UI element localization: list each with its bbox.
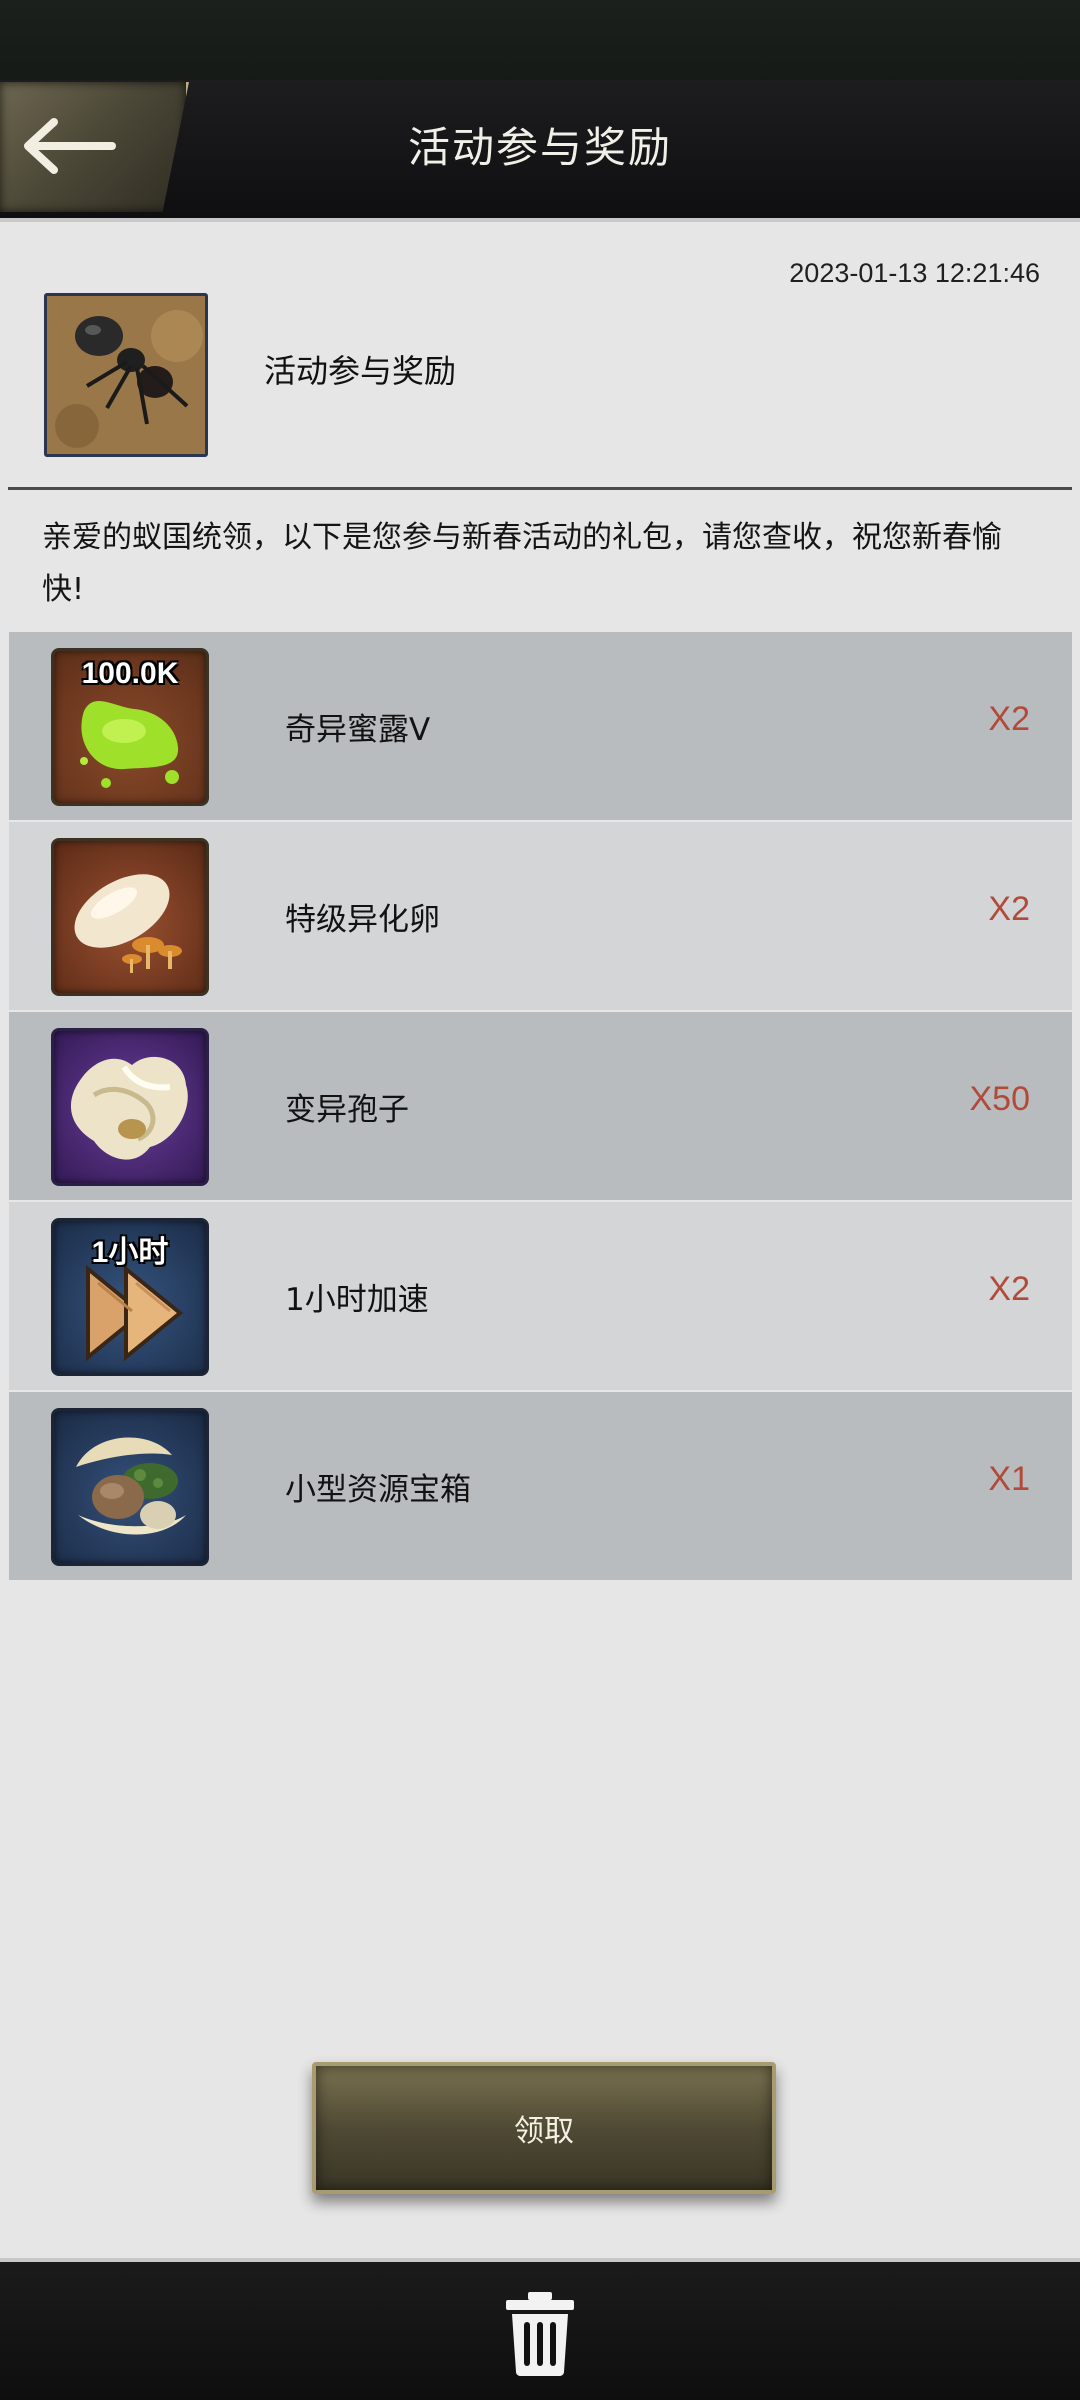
spore-icon xyxy=(51,1028,209,1186)
reward-name: 1小时加速 xyxy=(285,1282,429,1318)
honeydew-icon: 100.0K xyxy=(51,648,209,806)
reward-list: 100.0K 奇异蜜露V X2 特级异化卵 X2 变异孢子 X50 1小时 1小… xyxy=(9,632,1072,1582)
reward-quantity: X2 xyxy=(988,1270,1030,1308)
reward-row: 100.0K 奇异蜜露V X2 xyxy=(9,632,1072,822)
mutant-egg-icon xyxy=(51,838,209,996)
mail-detail-screen: 活动参与奖励 2023-01-13 12:21:46 活动参与奖励 亲爱的蚁国统… xyxy=(0,0,1080,2400)
reward-name: 变异孢子 xyxy=(285,1092,409,1128)
reward-row: 特级异化卵 X2 xyxy=(9,822,1072,1012)
reward-quantity: X1 xyxy=(988,1460,1030,1498)
mail-timestamp: 2023-01-13 12:21:46 xyxy=(789,258,1040,288)
reward-quantity: X50 xyxy=(969,1080,1031,1118)
claim-button[interactable]: 领取 xyxy=(312,2062,776,2194)
reward-quantity: X2 xyxy=(988,700,1030,738)
reward-name: 奇异蜜露V xyxy=(285,712,431,748)
reward-quantity: X2 xyxy=(988,890,1030,928)
reward-badge: 100.0K xyxy=(81,657,179,690)
reward-badge: 1小时 xyxy=(91,1236,169,1269)
page-title: 活动参与奖励 xyxy=(407,123,672,172)
delete-button[interactable] xyxy=(502,2290,578,2376)
bottom-bar xyxy=(0,2258,1080,2400)
mail-body-text: 亲爱的蚁国统领，以下是您参与新春活动的礼包，请您查收，祝您新春愉快! xyxy=(42,520,1002,607)
ant-avatar-icon xyxy=(44,293,208,457)
reward-row: 小型资源宝箱 X1 xyxy=(9,1392,1072,1582)
status-bar xyxy=(0,0,1080,80)
reward-name: 特级异化卵 xyxy=(285,902,440,938)
claim-button-label: 领取 xyxy=(514,2114,574,2149)
speedup-icon: 1小时 xyxy=(51,1218,209,1376)
reward-row: 变异孢子 X50 xyxy=(9,1012,1072,1202)
resource-chest-icon xyxy=(51,1408,209,1566)
trash-icon xyxy=(506,2292,574,2376)
header-bar: 活动参与奖励 xyxy=(0,80,1080,222)
mail-subject: 活动参与奖励 xyxy=(264,352,457,390)
divider xyxy=(8,487,1072,490)
reward-row: 1小时 1小时加速 X2 xyxy=(9,1202,1072,1392)
reward-name: 小型资源宝箱 xyxy=(285,1472,471,1508)
